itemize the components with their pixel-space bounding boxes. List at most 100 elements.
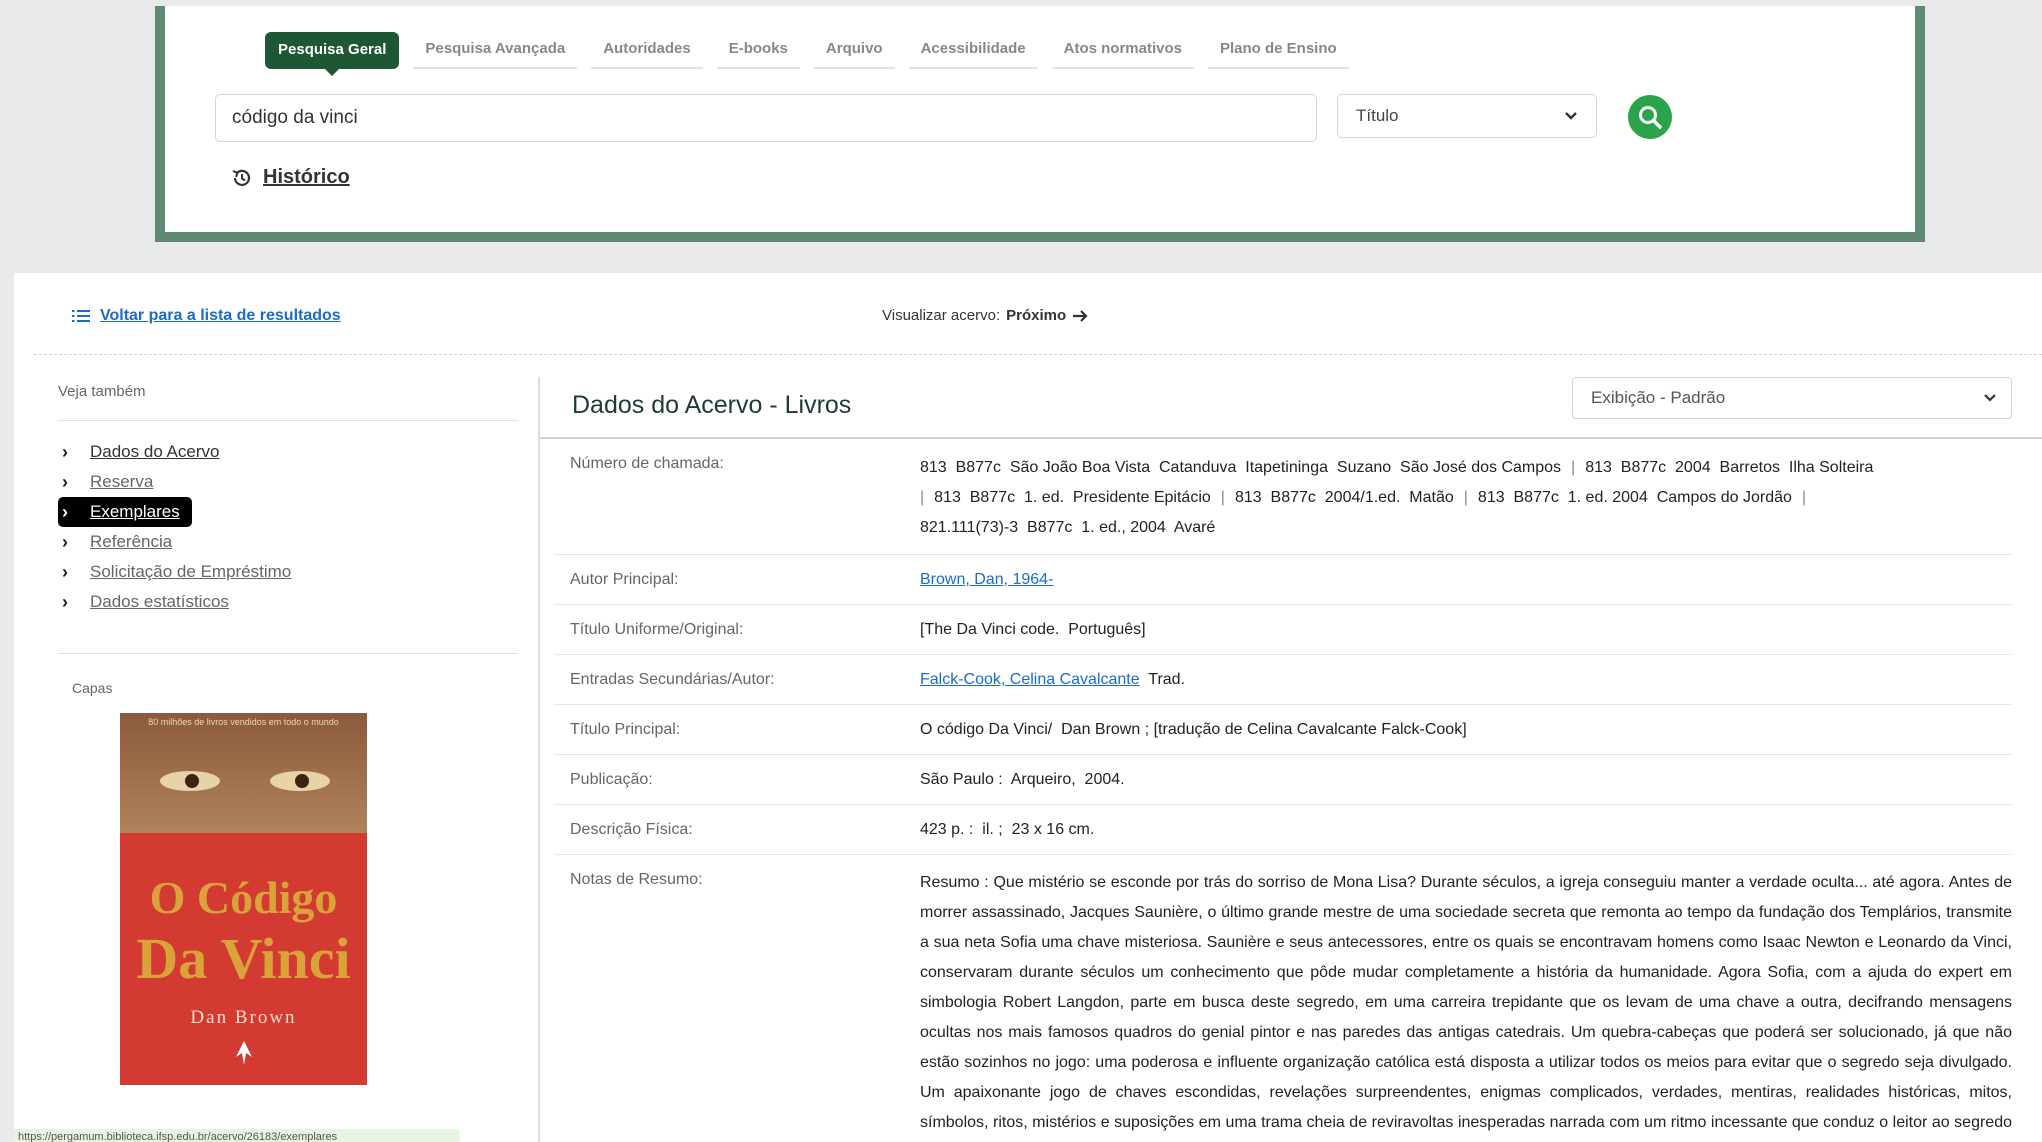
search-input[interactable]	[215, 94, 1317, 142]
tab-acessibilidade[interactable]: Acessibilidade	[908, 32, 1038, 69]
visualizar-label: Visualizar acervo:	[882, 307, 1001, 324]
call-number: 821.111(73)-3 B877c 1. ed., 2004 Avaré	[920, 519, 1216, 536]
sidebar: Veja também › Dados do Acervo › Reserva …	[58, 383, 518, 696]
cover-eyes-image	[160, 771, 330, 791]
cover-tagline: 80 milhões de livros vendidos em todo o …	[148, 717, 339, 727]
cover-author: Dan Brown	[190, 1007, 297, 1028]
table-row: Descrição Física: 423 p. : il. ; 23 x 16…	[554, 805, 2012, 855]
row-label: Descrição Física:	[570, 821, 693, 838]
tab-autoridades[interactable]: Autoridades	[591, 32, 703, 69]
sidebar-item-exemplares[interactable]: › Exemplares	[58, 497, 192, 527]
search-button[interactable]	[1628, 95, 1672, 139]
summary-text: Resumo : Que mistério se esconde por trá…	[920, 874, 2012, 1131]
search-field-value: Título	[1356, 106, 1399, 125]
sidebar-item-label: Dados do Acervo	[90, 442, 220, 461]
call-number: 813 B877c São João Boa Vista Catanduva I…	[920, 459, 1562, 476]
secondary-author-role: Trad.	[1148, 671, 1186, 688]
sidebar-item-dados-estatisticos[interactable]: › Dados estatísticos	[58, 587, 518, 617]
next-label: Próximo	[1006, 307, 1067, 324]
back-to-results-link[interactable]: Voltar para a lista de resultados	[72, 307, 341, 325]
row-value: [The Da Vinci code. Português]	[920, 621, 1146, 638]
row-label: Notas de Resumo:	[570, 871, 703, 888]
chevron-down-icon	[1564, 106, 1578, 126]
chevron-right-icon: ›	[62, 531, 68, 552]
chevron-right-icon: ›	[62, 471, 68, 492]
tab-plano-de-ensino[interactable]: Plano de Ensino	[1207, 32, 1349, 69]
table-row: Número de chamada: 813 B877c São João Bo…	[554, 439, 2012, 555]
sidebar-item-solicitacao-de-emprestimo[interactable]: › Solicitação de Empréstimo	[58, 557, 518, 587]
visualizar-acervo: Visualizar acervo: Próximo	[882, 307, 1088, 324]
result-navigation-bar: Voltar para a lista de resultados Visual…	[34, 273, 2042, 355]
row-label: Autor Principal:	[570, 571, 679, 588]
record-details: Dados do Acervo - Livros Exibição - Padr…	[540, 377, 2042, 1142]
view-mode-select[interactable]: Exibição - Padrão	[1572, 377, 2012, 419]
tab-arquivo[interactable]: Arquivo	[813, 32, 895, 69]
status-bar-url: https://pergamum.biblioteca.ifsp.edu.br/…	[14, 1129, 460, 1142]
call-numbers: 813 B877c São João Boa Vista Catanduva I…	[920, 439, 2012, 554]
row-value: São Paulo : Arqueiro, 2004.	[920, 771, 1125, 788]
list-icon	[72, 310, 90, 322]
table-row: Notas de Resumo: Resumo : Que mistério s…	[554, 855, 2012, 1142]
tab-atos-normativos[interactable]: Atos normativos	[1051, 32, 1194, 69]
row-value: 423 p. : il. ; 23 x 16 cm.	[920, 821, 1095, 838]
back-to-results-label: Voltar para a lista de resultados	[100, 307, 341, 324]
tab-ebooks[interactable]: E-books	[716, 32, 800, 69]
chevron-right-icon: ›	[62, 441, 68, 462]
separator: |	[1801, 489, 1807, 506]
search-panel: Pesquisa Geral Pesquisa Avançada Autorid…	[155, 6, 1925, 242]
sidebar-item-label: Exemplares	[90, 502, 180, 521]
row-label: Publicação:	[570, 771, 653, 788]
view-mode-value: Exibição - Padrão	[1591, 388, 1726, 407]
call-number: 813 B877c 2004/1.ed. Matão	[1234, 489, 1454, 506]
sidebar-item-reserva[interactable]: › Reserva	[58, 467, 518, 497]
sidebar-item-label: Dados estatísticos	[90, 592, 229, 611]
sidebar-item-referencia[interactable]: › Referência	[58, 527, 518, 557]
row-value: Brown, Dan, 1964-	[920, 555, 2012, 604]
details-table: Número de chamada: 813 B877c São João Bo…	[554, 439, 2012, 1142]
table-row: Título Uniforme/Original: [The Da Vinci …	[554, 605, 2012, 655]
row-value: O código Da Vinci/ Dan Brown ; [tradução…	[920, 721, 1467, 738]
cover-title-line1: O Código	[149, 872, 338, 923]
separator: |	[1463, 489, 1468, 506]
separator: |	[920, 489, 925, 506]
table-row: Título Principal: O código Da Vinci/ Dan…	[554, 705, 2012, 755]
row-label: Número de chamada:	[570, 455, 724, 472]
table-row: Entradas Secundárias/Autor: Falck-Cook, …	[554, 655, 2012, 705]
search-field-select[interactable]: Título	[1337, 94, 1597, 138]
history-label: Histórico	[263, 166, 350, 188]
chevron-right-icon: ›	[62, 561, 68, 582]
history-icon	[232, 169, 251, 186]
table-row: Autor Principal: Brown, Dan, 1964-	[554, 555, 2012, 605]
tab-pesquisa-avancada[interactable]: Pesquisa Avançada	[413, 32, 578, 69]
row-value: Falck-Cook, Celina Cavalcante Trad.	[920, 655, 2012, 704]
call-number: 813 B877c 2004 Barretos Ilha Solteira	[1585, 459, 1874, 476]
sidebar-divider	[58, 653, 518, 654]
sidebar-item-label: Reserva	[90, 472, 154, 491]
row-label: Entradas Secundárias/Autor:	[570, 671, 775, 688]
author-link[interactable]: Brown, Dan, 1964-	[920, 571, 1053, 588]
secondary-author-link[interactable]: Falck-Cook, Celina Cavalcante	[920, 671, 1140, 688]
main-panel: Voltar para a lista de resultados Visual…	[14, 273, 2042, 1142]
covers-label: Capas	[72, 680, 113, 696]
separator: |	[1571, 459, 1576, 476]
book-cover: 80 milhões de livros vendidos em todo o …	[120, 713, 367, 1085]
call-number: 813 B877c 1. ed. Presidente Epitácio	[934, 489, 1211, 506]
tab-pesquisa-geral[interactable]: Pesquisa Geral	[265, 32, 400, 76]
chevron-right-icon: ›	[62, 591, 68, 612]
arrow-right-icon[interactable]	[1072, 309, 1088, 323]
next-link[interactable]: Próximo	[1006, 307, 1066, 324]
sidebar-item-label: Referência	[90, 532, 173, 551]
search-icon	[1639, 106, 1662, 129]
sidebar-heading: Veja também	[58, 383, 518, 421]
history-link[interactable]: Histórico	[231, 166, 350, 189]
sidebar-item-label: Solicitação de Empréstimo	[90, 562, 292, 581]
details-header: Dados do Acervo - Livros Exibição - Padr…	[540, 377, 2042, 439]
chevron-right-icon: ›	[62, 501, 68, 522]
row-label: Título Principal:	[570, 721, 681, 738]
search-tabs: Pesquisa Geral Pesquisa Avançada Autorid…	[265, 32, 1349, 76]
page-title: Dados do Acervo - Livros	[572, 391, 852, 419]
chevron-down-icon	[1984, 394, 1996, 402]
publisher-logo-icon	[235, 1041, 252, 1065]
sidebar-item-dados-do-acervo[interactable]: › Dados do Acervo	[58, 437, 518, 467]
call-number: 813 B877c 1. ed. 2004 Campos do Jordão	[1477, 489, 1792, 506]
